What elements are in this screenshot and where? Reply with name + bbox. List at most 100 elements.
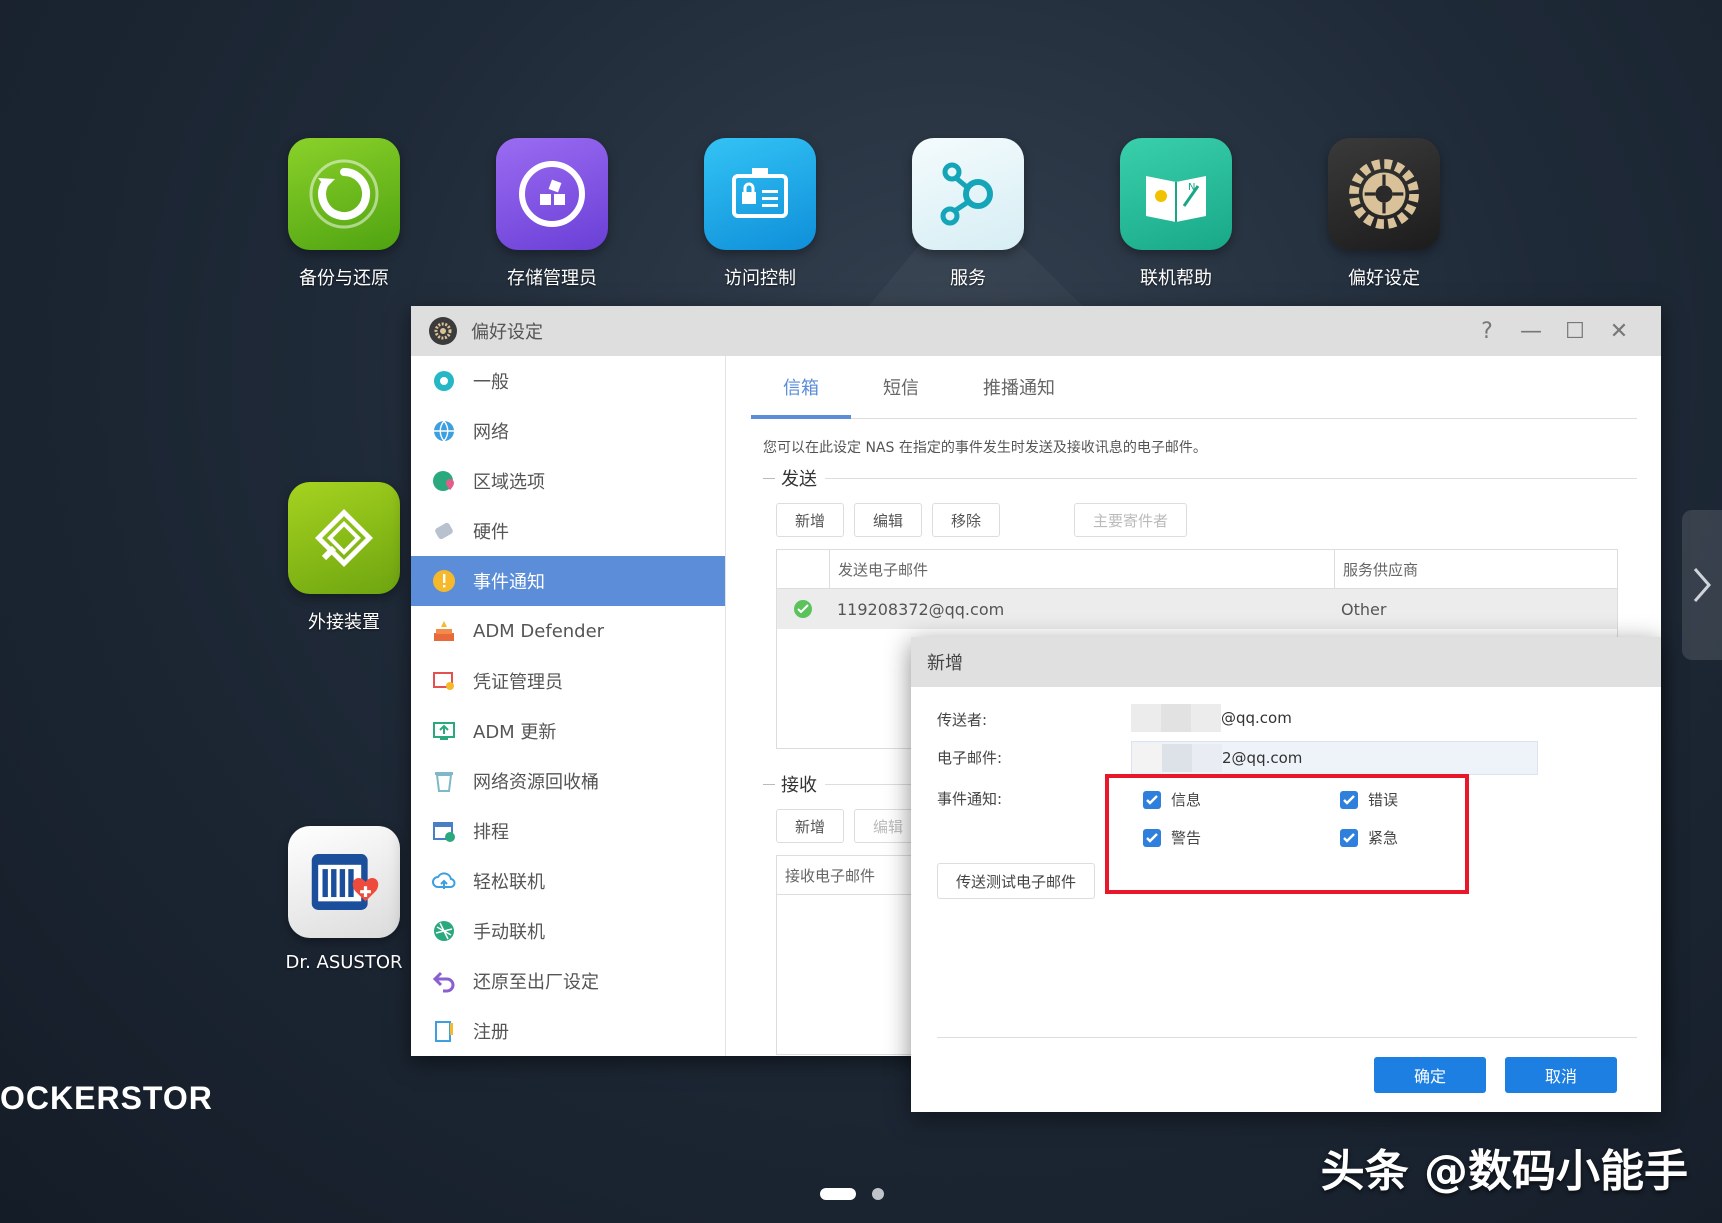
tab-push[interactable]: 推播通知 bbox=[951, 356, 1087, 418]
app-dr-asustor[interactable]: Dr. ASUSTOR bbox=[269, 826, 419, 973]
app-label: 存储管理员 bbox=[507, 268, 597, 289]
sidebar-item-label: 区域选项 bbox=[473, 472, 545, 493]
sidebar-item-general[interactable]: 一般 bbox=[411, 356, 725, 406]
email-label: 电子邮件: bbox=[937, 749, 1003, 767]
hardware-icon bbox=[431, 518, 457, 544]
send-section-header: 发送 bbox=[763, 465, 1637, 491]
sender-field[interactable]: @qq.com bbox=[1131, 704, 1292, 732]
desktop-pager bbox=[820, 1188, 884, 1200]
sidebar-item-manual-connect[interactable]: 手动联机 bbox=[411, 906, 725, 956]
checkbox-critical[interactable]: 紧急 bbox=[1340, 827, 1398, 848]
checkbox-label: 错误 bbox=[1368, 791, 1399, 809]
sidebar-item-label: 排程 bbox=[473, 822, 509, 843]
next-page-arrow[interactable] bbox=[1682, 510, 1722, 660]
app-external-devices[interactable]: 外接装置 bbox=[269, 482, 419, 634]
recycle-bin-icon bbox=[431, 768, 457, 794]
tab-mail[interactable]: 信箱 bbox=[751, 356, 851, 419]
sender-label: 传送者: bbox=[937, 711, 988, 729]
chevron-right-icon bbox=[1693, 568, 1711, 602]
app-label: 外接装置 bbox=[308, 612, 380, 633]
checkbox-info[interactable]: 信息 bbox=[1143, 789, 1201, 810]
send-test-email-button[interactable]: 传送测试电子邮件 bbox=[937, 863, 1096, 899]
update-icon bbox=[431, 718, 457, 744]
app-storage-manager[interactable]: 存储管理员 bbox=[477, 138, 627, 290]
external-devices-icon bbox=[288, 482, 400, 594]
table-header: 发送电子邮件 服务供应商 bbox=[777, 550, 1617, 589]
app-services[interactable]: 服务 bbox=[893, 138, 1043, 290]
sidebar-item-register[interactable]: 注册 bbox=[411, 1006, 725, 1056]
sidebar-item-label: 注册 bbox=[473, 1022, 509, 1043]
sidebar-item-label: 轻松联机 bbox=[473, 872, 545, 893]
checkbox-label: 紧急 bbox=[1368, 829, 1399, 847]
checkbox-error[interactable]: 错误 bbox=[1340, 789, 1398, 810]
watermark-text: 头条 @数码小能手 bbox=[1320, 1146, 1688, 1197]
send-remove-button[interactable]: 移除 bbox=[932, 503, 1001, 537]
general-icon bbox=[431, 368, 457, 394]
preferences-gear-icon bbox=[1328, 138, 1440, 250]
app-label: 访问控制 bbox=[724, 268, 796, 289]
description-text: 您可以在此设定 NAS 在指定的事件发生时发送及接收讯息的电子邮件。 bbox=[763, 440, 1207, 456]
preferences-gear-icon bbox=[429, 317, 457, 345]
sidebar-item-hardware[interactable]: 硬件 bbox=[411, 506, 725, 556]
sidebar-item-label: 网络资源回收桶 bbox=[473, 772, 599, 793]
sender-email-cell: 119208372@qq.com bbox=[837, 599, 1005, 619]
sidebar-item-factory-reset[interactable]: 还原至出厂设定 bbox=[411, 956, 725, 1006]
sidebar-item-network[interactable]: 网络 bbox=[411, 406, 725, 456]
checkbox-warning[interactable]: 警告 bbox=[1143, 827, 1201, 848]
certificate-icon bbox=[431, 668, 457, 694]
sidebar-item-event-notification[interactable]: 事件通知 bbox=[411, 556, 725, 606]
calendar-icon bbox=[431, 818, 457, 844]
sidebar-item-certificate[interactable]: 凭证管理员 bbox=[411, 656, 725, 706]
sidebar-item-label: 事件通知 bbox=[473, 572, 545, 593]
sender-value: @qq.com bbox=[1221, 709, 1292, 727]
tab-bar: 信箱 短信 推播通知 bbox=[751, 356, 1637, 419]
minimize-button[interactable]: — bbox=[1519, 316, 1543, 346]
help-button[interactable]: ? bbox=[1475, 316, 1499, 346]
storage-manager-icon bbox=[496, 138, 608, 250]
close-button[interactable]: ✕ bbox=[1607, 316, 1631, 346]
sidebar-item-adm-defender[interactable]: ADM Defender bbox=[411, 606, 725, 656]
section-title: 发送 bbox=[781, 469, 817, 490]
provider-cell: Other bbox=[1341, 599, 1387, 619]
sidebar-item-schedule[interactable]: 排程 bbox=[411, 806, 725, 856]
send-edit-button[interactable]: 编辑 bbox=[854, 503, 923, 537]
cloud-upload-icon bbox=[431, 868, 457, 894]
sidebar-item-adm-update[interactable]: ADM 更新 bbox=[411, 706, 725, 756]
maximize-button[interactable]: ☐ bbox=[1563, 316, 1587, 346]
manual-connect-icon bbox=[431, 918, 457, 944]
online-help-icon: N bbox=[1120, 138, 1232, 250]
app-online-help[interactable]: N 联机帮助 bbox=[1101, 138, 1251, 290]
sidebar-item-region[interactable]: 区域选项 bbox=[411, 456, 725, 506]
window-title: 偏好设定 bbox=[471, 322, 543, 343]
sidebar-item-label: ADM Defender bbox=[473, 620, 605, 642]
region-icon bbox=[431, 468, 457, 494]
app-label: Dr. ASUSTOR bbox=[285, 952, 403, 973]
sidebar-item-ezconnect[interactable]: 轻松联机 bbox=[411, 856, 725, 906]
sidebar-item-recycle-bin[interactable]: 网络资源回收桶 bbox=[411, 756, 725, 806]
tab-sms[interactable]: 短信 bbox=[851, 356, 951, 418]
undo-icon bbox=[431, 968, 457, 994]
page-dot[interactable] bbox=[872, 1188, 884, 1200]
send-add-button[interactable]: 新增 bbox=[776, 503, 845, 537]
sidebar-item-label: 一般 bbox=[473, 372, 509, 393]
sidebar-item-label: 硬件 bbox=[473, 522, 509, 543]
app-label: 偏好设定 bbox=[1348, 268, 1420, 289]
ok-button[interactable]: 确定 bbox=[1374, 1057, 1486, 1093]
cancel-button[interactable]: 取消 bbox=[1505, 1057, 1617, 1093]
app-backup-restore[interactable]: 备份与还原 bbox=[269, 138, 419, 290]
window-titlebar[interactable]: 偏好设定 ? — ☐ ✕ bbox=[411, 306, 1661, 356]
register-icon bbox=[431, 1018, 457, 1044]
primary-sender-button[interactable]: 主要寄件者 bbox=[1074, 503, 1188, 537]
sidebar-item-label: 手动联机 bbox=[473, 922, 545, 943]
app-preferences[interactable]: 偏好设定 bbox=[1309, 138, 1459, 290]
email-input[interactable]: 2@qq.com bbox=[1131, 741, 1538, 775]
svg-text:N: N bbox=[1188, 182, 1195, 193]
app-access-control[interactable]: 访问控制 bbox=[685, 138, 835, 290]
receive-add-button[interactable]: 新增 bbox=[776, 809, 845, 843]
column-header[interactable]: 服务供应商 bbox=[1335, 550, 1418, 588]
checkmark-icon bbox=[1340, 790, 1358, 809]
column-header[interactable]: 发送电子邮件 bbox=[830, 550, 1335, 588]
table-row[interactable]: 119208372@qq.com Other bbox=[777, 589, 1617, 629]
app-label: 联机帮助 bbox=[1140, 268, 1212, 289]
page-dot-active[interactable] bbox=[820, 1188, 856, 1200]
